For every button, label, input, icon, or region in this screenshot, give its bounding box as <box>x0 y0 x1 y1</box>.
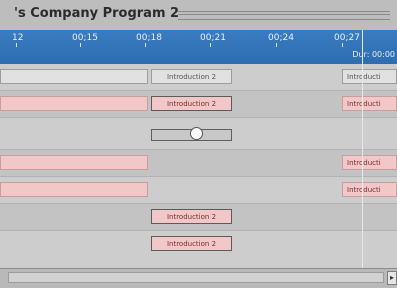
clip[interactable]: Introducti <box>342 96 397 111</box>
track-row: Introducti <box>0 150 397 177</box>
timeline-ruler[interactable]: 12 00;15 00;18 00;21 00;24 00;27 Dur: 00… <box>0 30 397 64</box>
ruler-label: 00;24 <box>268 33 294 43</box>
clip[interactable] <box>0 69 148 84</box>
ruler-label: 00;18 <box>136 33 162 43</box>
track-row: Introducti <box>0 177 397 204</box>
clip[interactable] <box>0 96 148 111</box>
clip[interactable]: Introduction 2 <box>151 209 232 224</box>
clip[interactable]: Introduction 2 <box>151 236 232 251</box>
horizontal-scrollbar[interactable]: ▸ <box>0 268 397 288</box>
track-row: Introduction 2 <box>0 204 397 231</box>
window-title: 's Company Program 2 <box>14 6 180 21</box>
track-row: Introduction 2 Introducti <box>0 91 397 118</box>
ruler-label: 00;21 <box>200 33 226 43</box>
playhead-line[interactable] <box>362 30 363 268</box>
clip[interactable]: Introducti <box>342 155 397 170</box>
ruler-tick <box>16 43 17 47</box>
ruler-label: 00;27 <box>334 33 360 43</box>
ruler-tick <box>80 43 81 47</box>
scrollbar-track[interactable] <box>8 272 384 283</box>
window-titlebar[interactable]: 's Company Program 2 <box>0 0 397 31</box>
clip[interactable] <box>0 155 148 170</box>
clip[interactable]: Introducti <box>342 69 397 84</box>
ruler-tick <box>276 43 277 47</box>
timeline-tracks: Introduction 2 Introducti Introduction 2… <box>0 64 397 269</box>
ruler-tick <box>342 43 343 47</box>
ruler-label: 00;15 <box>72 33 98 43</box>
duration-readout: Dur: 00:00 <box>352 50 395 59</box>
clip[interactable]: Introducti <box>342 182 397 197</box>
titlebar-grip[interactable] <box>178 11 390 20</box>
track-row: Introduction 2 <box>0 231 397 269</box>
track-row <box>0 118 397 150</box>
ruler-tick <box>210 43 211 47</box>
ruler-tick <box>145 43 146 47</box>
clip[interactable]: Introduction 2 <box>151 96 232 111</box>
ruler-label: 12 <box>12 33 24 43</box>
clip[interactable] <box>0 182 148 197</box>
scroll-right-arrow-icon[interactable]: ▸ <box>387 271 397 285</box>
clip[interactable]: Introduction 2 <box>151 69 232 84</box>
transition-handle[interactable] <box>190 127 203 140</box>
track-row: Introduction 2 Introducti <box>0 64 397 91</box>
transition-clip[interactable] <box>151 127 232 141</box>
